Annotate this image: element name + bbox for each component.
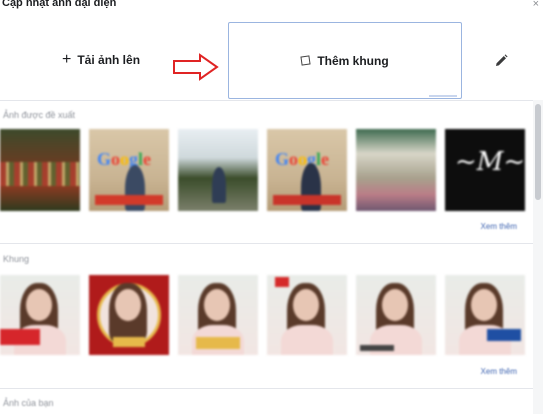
frame-option-thumb[interactable] [356,275,436,355]
frame-decoration [113,337,145,347]
frame-option-thumb[interactable] [178,275,258,355]
suggested-photo-thumb[interactable] [0,129,80,211]
suggested-photo-thumb[interactable] [356,129,436,211]
suggested-photos-row: Google Google ~M~ [0,129,525,211]
suggested-photo-thumb[interactable]: Google [89,129,169,211]
suggested-photos-heading: Ảnh được đề xuất [3,110,75,120]
update-profile-picture-dialog: Cập nhật ảnh đại diện × + Tải ảnh lên Th… [0,0,543,414]
frames-row [0,275,525,355]
frame-decoration [196,337,240,349]
portrait-face [26,289,52,321]
frame-decoration [487,329,521,341]
add-frame-button[interactable]: Thêm khung [228,22,462,99]
frame-option-thumb[interactable] [0,275,80,355]
person-figure [212,167,226,203]
divider [0,388,533,389]
upload-photo-button[interactable]: + Tải ảnh lên [62,46,140,74]
banner-image [273,195,341,205]
plus-icon: + [62,51,72,68]
your-photos-heading: Ảnh của bạn [3,398,54,408]
suggested-photo-thumb[interactable]: ~M~ [445,129,525,211]
action-row: + Tải ảnh lên Thêm khung [0,22,543,100]
add-frame-label: Thêm khung [317,53,389,68]
dialog-title: Cập nhật ảnh đại diện [2,0,117,9]
square-frame-icon [300,55,311,66]
focus-underline [429,95,457,97]
google-logo-image: Google [97,149,152,169]
portrait-face [115,289,141,321]
frame-option-thumb[interactable] [267,275,347,355]
divider [0,100,533,101]
frame-decoration [0,329,40,345]
frame-decoration [360,345,394,351]
frame-option-thumb[interactable] [89,275,169,355]
see-more-suggested-link[interactable]: Xem thêm [481,222,517,231]
signature-image: ~M~ [455,147,525,177]
upload-photo-label: Tải ảnh lên [77,53,141,67]
suggested-photo-thumb[interactable]: Google [267,129,347,211]
annotation-arrow-icon [172,53,220,81]
see-more-frames-link[interactable]: Xem thêm [481,367,517,376]
frame-decoration [275,277,289,287]
portrait-face [293,289,319,321]
close-icon[interactable]: × [533,0,539,10]
portrait-dress [281,325,333,355]
portrait-face [204,289,230,321]
portrait-face [471,289,497,321]
scrollbar[interactable] [533,100,543,414]
frames-heading: Khung [3,254,30,264]
google-logo-image: Google [275,149,330,169]
scrollbar-thumb[interactable] [535,104,541,200]
divider [0,243,533,244]
pencil-icon[interactable] [492,52,510,70]
frame-option-thumb[interactable] [445,275,525,355]
suggested-photo-thumb[interactable] [178,129,258,211]
dialog-header: Cập nhật ảnh đại diện × [0,0,543,12]
banner-image [95,195,163,205]
portrait-face [382,289,408,321]
